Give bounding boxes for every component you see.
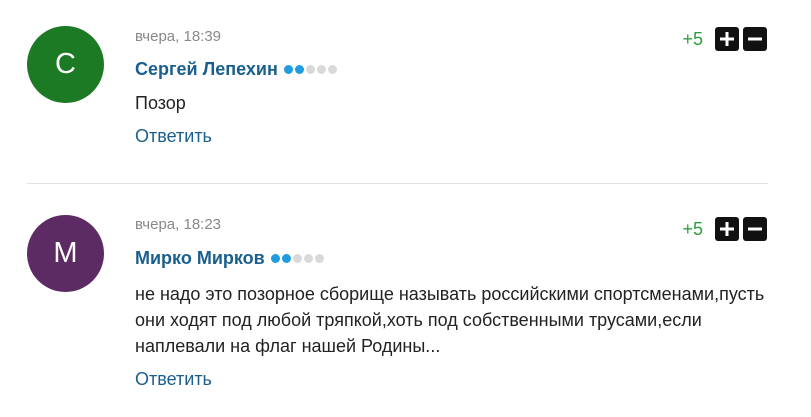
vote-score: +5 <box>682 28 703 49</box>
rank-dots <box>283 65 339 74</box>
rank-dot <box>303 254 313 263</box>
comment-text: не надо это позорное сборище называть ро… <box>135 284 765 356</box>
comment-timestamp: вчера, 18:23 <box>135 216 222 233</box>
author-row: Сергей Лепехин <box>135 59 339 80</box>
rank-dot <box>283 65 293 74</box>
rank-dot <box>281 254 291 263</box>
upvote-button[interactable] <box>715 27 739 51</box>
rank-dot <box>294 65 304 74</box>
author-name[interactable]: Сергей Лепехин <box>135 59 278 80</box>
comment-divider <box>27 183 768 184</box>
vote-score: +5 <box>682 218 703 239</box>
author-name[interactable]: Мирко Мирков <box>135 248 265 269</box>
rank-dot <box>327 65 337 74</box>
rank-dot <box>292 254 302 263</box>
downvote-button[interactable] <box>743 27 767 51</box>
reply-link[interactable]: Ответить <box>135 369 212 390</box>
plus-icon <box>720 222 734 236</box>
rank-dots <box>270 254 326 263</box>
rank-dot <box>270 254 280 263</box>
upvote-button[interactable] <box>715 217 739 241</box>
rank-dot <box>305 65 315 74</box>
minus-icon <box>748 227 762 231</box>
comment-text: Позор <box>135 93 186 113</box>
comment-timestamp: вчера, 18:39 <box>135 28 222 45</box>
rank-dot <box>316 65 326 74</box>
author-row: Мирко Мирков <box>135 248 326 269</box>
avatar[interactable]: М <box>27 215 104 292</box>
reply-link[interactable]: Ответить <box>135 126 212 147</box>
avatar[interactable]: С <box>27 26 104 103</box>
rank-dot <box>314 254 324 263</box>
vote-controls: +5 <box>682 27 767 51</box>
downvote-button[interactable] <box>743 217 767 241</box>
vote-controls: +5 <box>682 217 767 241</box>
minus-icon <box>748 37 762 41</box>
plus-icon <box>720 32 734 46</box>
